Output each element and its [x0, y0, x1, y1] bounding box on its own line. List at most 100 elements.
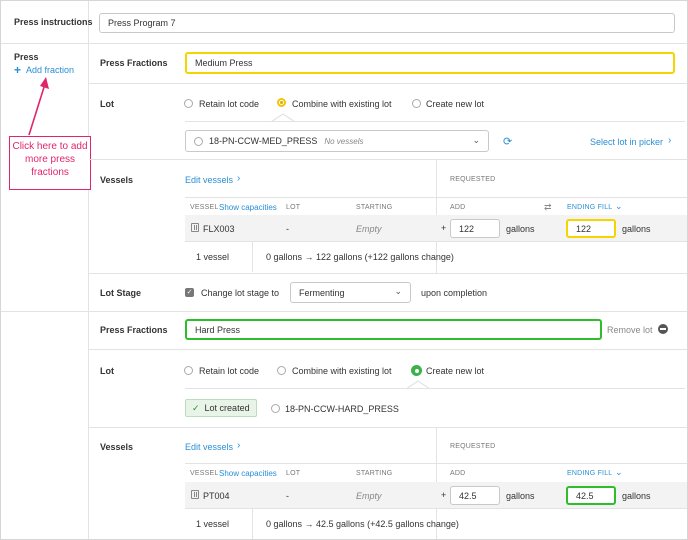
combine-lot-label: Combine with existing lot — [292, 99, 392, 109]
lot-select-value: 18-PN-CCW-MED_PRESS — [209, 136, 318, 146]
swap-icon[interactable]: ⇄ — [544, 202, 552, 213]
lot-select[interactable]: 18-PN-CCW-MED_PRESS No vessels ⌄ — [185, 130, 489, 152]
add-amount-input[interactable]: 122 — [450, 219, 500, 238]
requested-header: REQUESTED — [450, 443, 496, 450]
add-fraction-label: Add fraction — [26, 65, 75, 75]
vessel-count: 1 vessel — [196, 252, 230, 262]
col-starting: STARTING — [356, 470, 393, 477]
divider — [185, 463, 687, 464]
stage-select[interactable]: Fermenting ⌄ — [290, 282, 411, 303]
add-fraction-button[interactable]: + Add fraction — [14, 64, 75, 76]
press-form: Press instructions Press Program 7 Press… — [0, 0, 688, 540]
press-instructions-input[interactable]: Press Program 7 — [99, 13, 675, 33]
ending-fill-input[interactable]: 42.5 — [566, 486, 616, 505]
change-stage-label: Change lot stage to — [201, 288, 280, 298]
combine-lot-radio[interactable] — [277, 366, 286, 375]
vessels-label: Vessels — [100, 442, 134, 452]
divider — [185, 508, 687, 509]
divider — [89, 349, 687, 350]
lot-code: 18-PN-CCW-HARD_PRESS — [285, 404, 399, 414]
lot-created-badge: ✓ Lot created — [185, 399, 257, 417]
lot-select-note: No vessels — [324, 136, 364, 146]
add-amount-input[interactable]: 42.5 — [450, 486, 500, 505]
retain-lot-label: Retain lot code — [199, 99, 260, 109]
vessel-icon — [191, 490, 199, 499]
divider — [89, 83, 687, 84]
create-lot-radio[interactable] — [411, 365, 422, 376]
check-icon: ✓ — [192, 402, 200, 413]
lot-code-radio — [271, 404, 280, 413]
row-plus: + — [441, 223, 447, 233]
lot-stage-label: Lot Stage — [100, 288, 142, 298]
chevron-down-icon: ⌄ — [615, 201, 623, 211]
chevron-down-icon: ⌄ — [394, 286, 402, 296]
volume-change: 0 gallons → 122 gallons (+122 gallons ch… — [266, 252, 454, 262]
col-lot: LOT — [286, 470, 301, 477]
combine-lot-label: Combine with existing lot — [292, 366, 392, 376]
vessel-icon — [191, 223, 199, 232]
ending-fill-input[interactable]: 122 — [566, 219, 616, 238]
select-lot-in-picker-link[interactable]: Select lot in picker — [590, 137, 663, 147]
divider — [252, 509, 253, 539]
col-lot: LOT — [286, 204, 301, 211]
chevron-right-icon: › — [237, 173, 241, 184]
divider — [1, 43, 687, 44]
divider — [89, 159, 687, 160]
volume-change: 0 gallons → 42.5 gallons (+42.5 gallons … — [266, 519, 459, 529]
refresh-icon[interactable]: ⟳ — [503, 135, 512, 148]
col-vessel: VESSEL — [190, 470, 219, 477]
show-capacities-link[interactable]: Show capacities — [219, 469, 277, 478]
press-fraction-input[interactable]: Hard Press — [185, 319, 602, 340]
row-starting: Empty — [356, 491, 382, 501]
chevron-right-icon: › — [237, 440, 241, 451]
retain-lot-radio[interactable] — [184, 366, 193, 375]
retain-lot-radio[interactable] — [184, 99, 193, 108]
col-starting: STARTING — [356, 204, 393, 211]
press-label: Press — [14, 52, 39, 62]
lot-created-label: Lot created — [204, 403, 250, 413]
vessel-count: 1 vessel — [196, 519, 230, 529]
divider — [252, 242, 253, 272]
lot-stage-checkbox[interactable]: ✓ — [185, 288, 194, 297]
create-lot-radio[interactable] — [412, 99, 421, 108]
col-vessel: VESSEL — [190, 204, 219, 211]
remove-icon[interactable] — [658, 324, 668, 334]
create-lot-label: Create new lot — [426, 99, 485, 109]
remove-lot-button[interactable]: Remove lot — [607, 325, 653, 335]
left-column-divider — [88, 1, 89, 539]
row-plus: + — [441, 490, 447, 500]
stage-select-value: Fermenting — [299, 287, 345, 298]
col-ending-fill[interactable]: ENDING FILL — [567, 470, 612, 477]
press-instructions-label: Press instructions — [14, 17, 93, 27]
callout-box: Click here to add more press fractions — [9, 136, 91, 190]
row-lot: - — [286, 224, 289, 234]
requested-header: REQUESTED — [450, 176, 496, 183]
ending-unit: gallons — [622, 224, 651, 234]
chevron-down-icon: ⌄ — [615, 467, 623, 477]
col-add: ADD — [450, 470, 466, 477]
ending-unit: gallons — [622, 491, 651, 501]
show-capacities-link[interactable]: Show capacities — [219, 203, 277, 212]
divider — [89, 427, 687, 428]
edit-vessels-link[interactable]: Edit vessels — [185, 175, 233, 185]
callout-arrow — [28, 77, 49, 136]
col-ending-fill[interactable]: ENDING FILL — [567, 204, 612, 211]
combine-lot-radio[interactable] — [277, 98, 286, 107]
row-vessel: PT004 — [203, 491, 230, 501]
upon-completion-label: upon completion — [421, 288, 488, 298]
edit-vessels-link[interactable]: Edit vessels — [185, 442, 233, 452]
retain-lot-label: Retain lot code — [199, 366, 260, 376]
vessels-label: Vessels — [100, 175, 134, 185]
lot-label: Lot — [100, 99, 114, 109]
row-lot: - — [286, 491, 289, 501]
col-add: ADD — [450, 204, 466, 211]
press-fractions-label: Press Fractions — [100, 58, 168, 68]
row-starting: Empty — [356, 224, 382, 234]
create-lot-label: Create new lot — [426, 366, 485, 376]
lot-label: Lot — [100, 366, 114, 376]
chevron-down-icon: ⌄ — [472, 135, 480, 145]
divider — [185, 121, 685, 122]
lot-select-radio — [194, 136, 203, 146]
press-fraction-input[interactable]: Medium Press — [185, 52, 675, 74]
divider — [185, 388, 685, 389]
